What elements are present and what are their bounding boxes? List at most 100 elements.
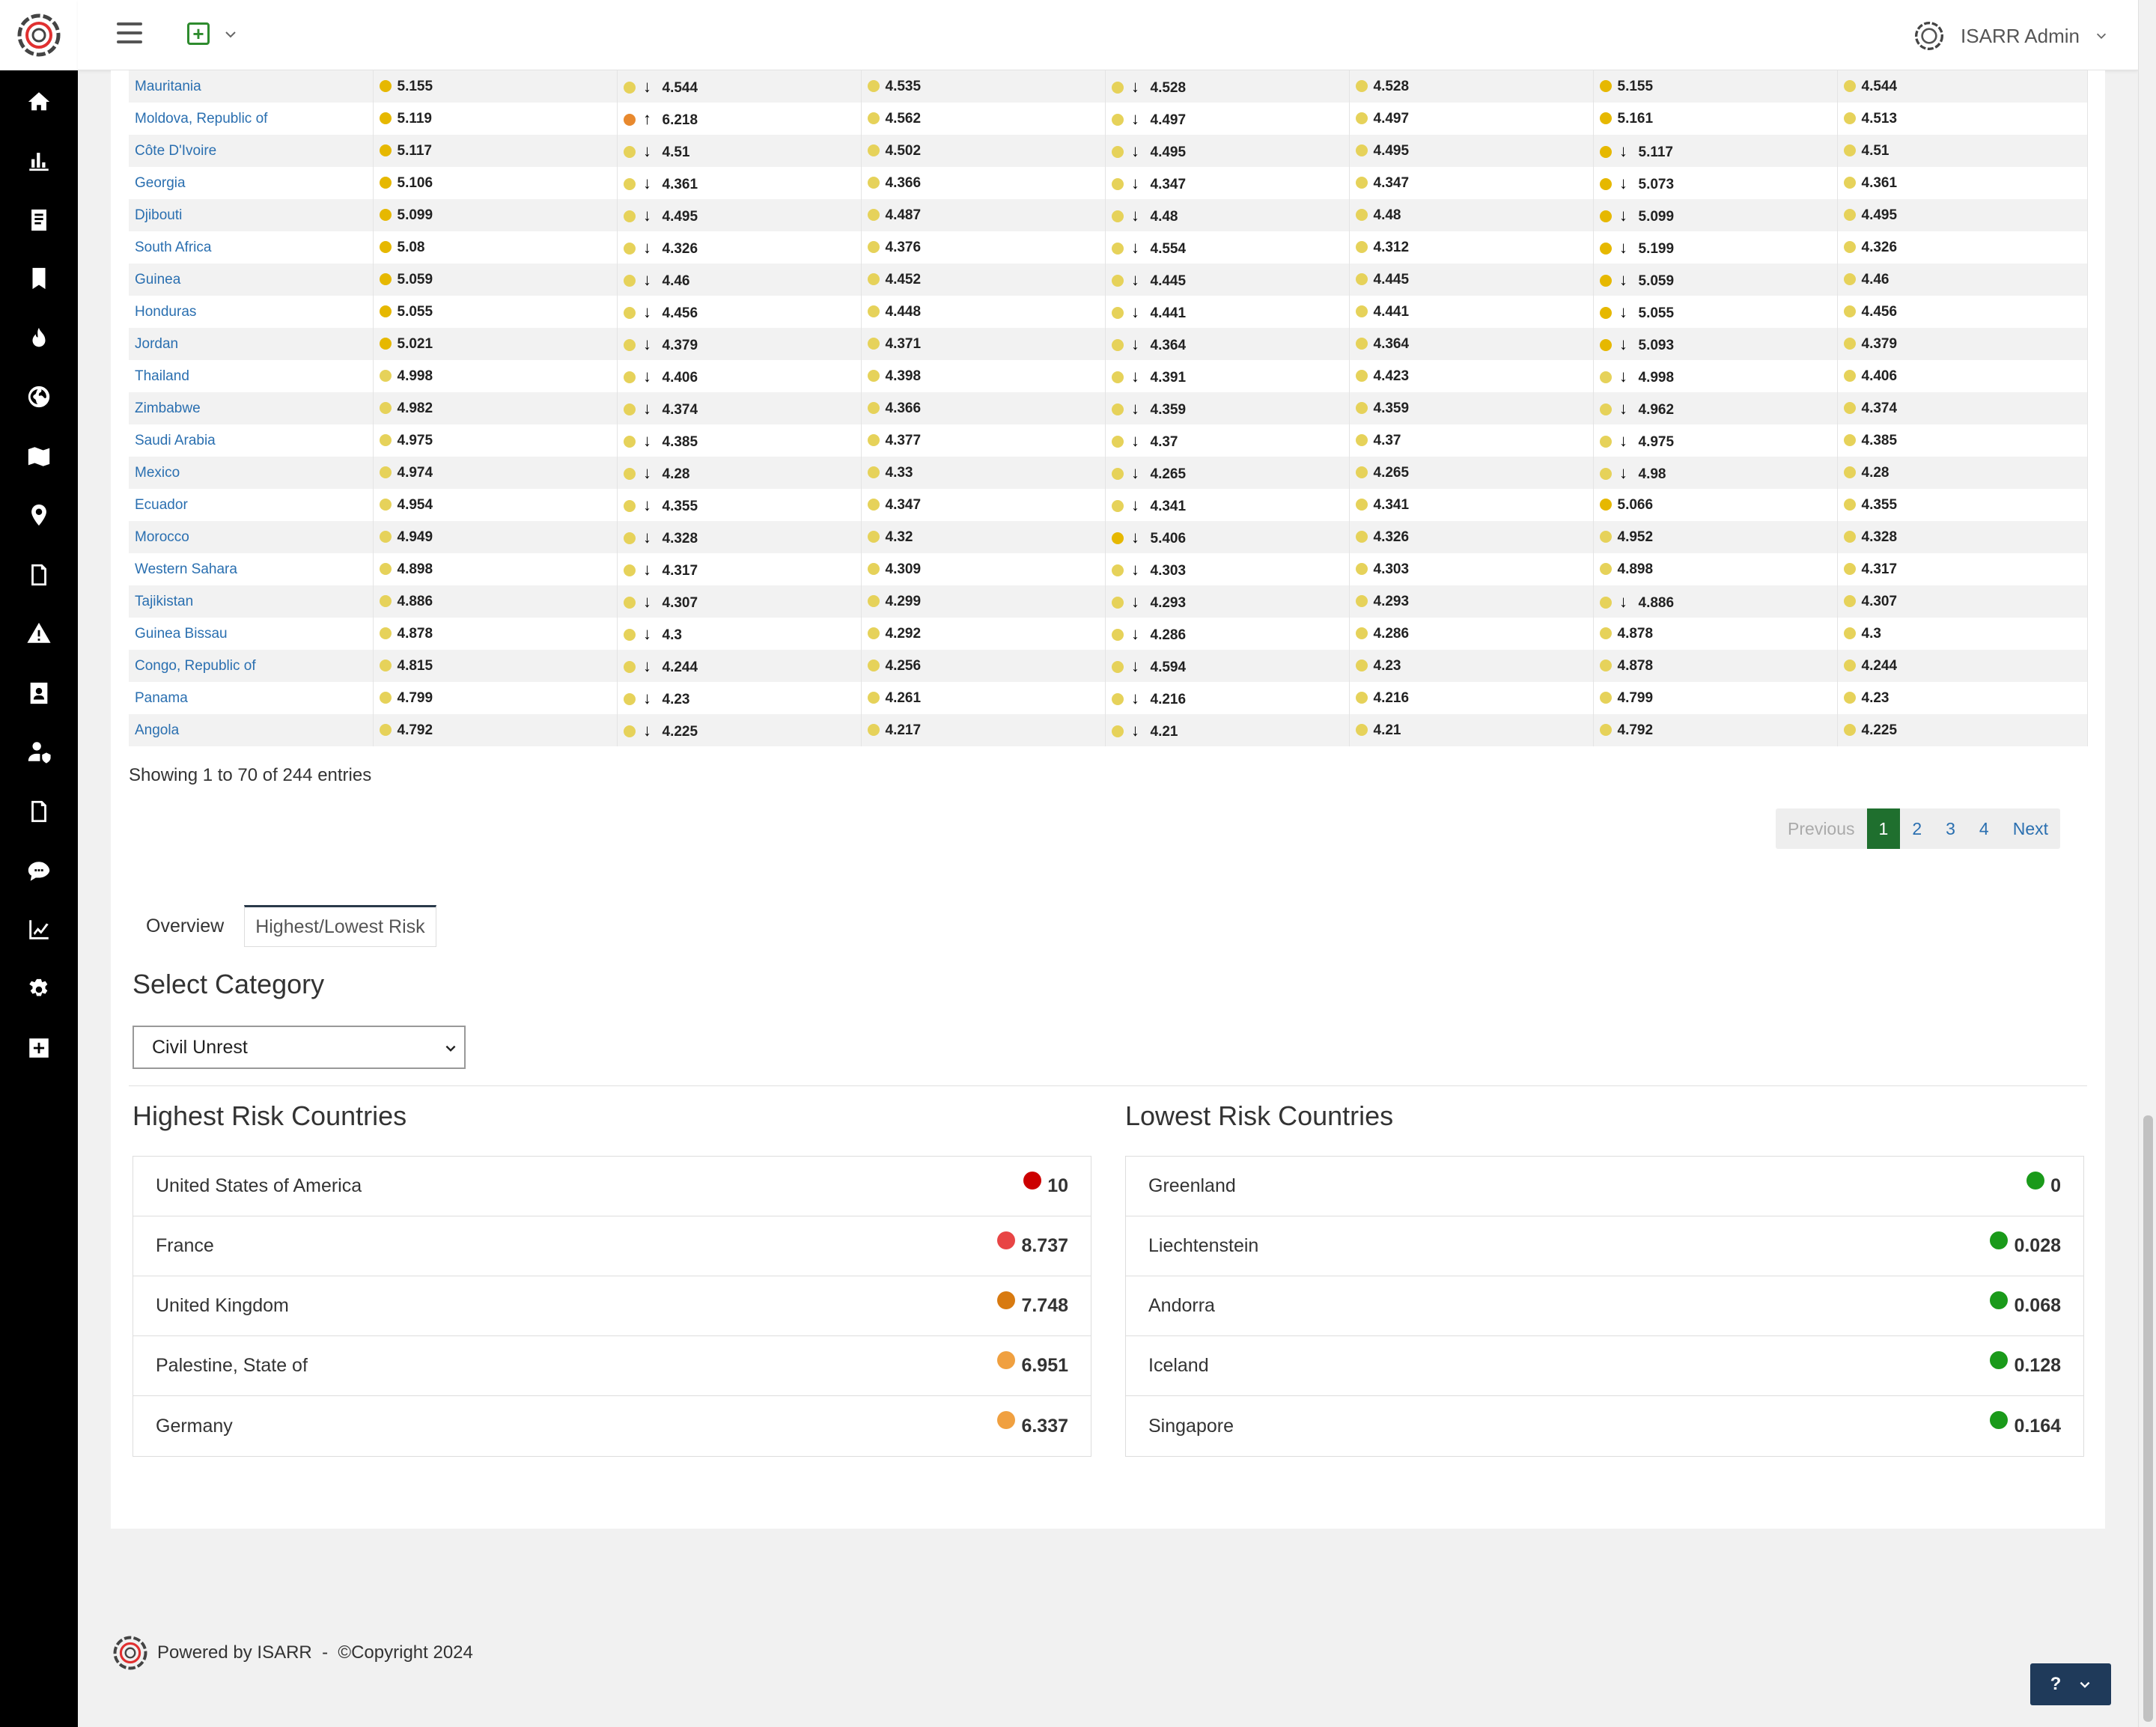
country-link[interactable]: Angola (135, 722, 179, 738)
map-icon[interactable] (25, 443, 52, 470)
country-link[interactable]: Ecuador (135, 497, 188, 513)
risk-score-value: 4.347 (1373, 174, 1410, 191)
line-chart-icon[interactable] (25, 916, 52, 943)
risk-level-dot-icon (867, 240, 880, 253)
country-link[interactable]: Honduras (135, 304, 196, 320)
risk-level-dot-icon (1990, 1350, 2009, 1369)
risk-value-text: 0.128 (2014, 1355, 2061, 1376)
country-cell: Guinea Bissau (129, 618, 374, 650)
file-icon[interactable] (25, 561, 52, 588)
add-new-button[interactable]: + (187, 22, 210, 45)
warning-icon[interactable] (25, 620, 52, 647)
risk-score-cell: 4.886 (373, 585, 618, 618)
risk-level-dot-icon (1599, 467, 1612, 480)
country-link[interactable]: Western Sahara (135, 561, 237, 577)
risk-score-value: 4.998 (1638, 369, 1675, 386)
plus-square-icon[interactable] (25, 1035, 52, 1062)
document-icon[interactable] (25, 207, 52, 234)
risk-score-value: 4.326 (662, 240, 698, 257)
list-item: France 8.737 (133, 1216, 1091, 1276)
country-link[interactable]: Morocco (135, 529, 189, 545)
globe-icon[interactable] (25, 383, 52, 410)
location-pin-icon[interactable] (25, 502, 52, 529)
chat-icon[interactable] (25, 858, 52, 885)
risk-level-dot-icon (379, 401, 392, 414)
country-link[interactable]: Mauritania (135, 79, 201, 94)
risk-score-cell: ↓ 4.51 (617, 135, 862, 167)
user-menu[interactable]: ISARR Admin (1913, 15, 2108, 57)
country-link[interactable]: Tajikistan (135, 594, 193, 609)
risk-score-value: 5.066 (1617, 496, 1654, 513)
country-link[interactable]: Panama (135, 690, 188, 706)
page-scrollbar[interactable] (2138, 0, 2156, 1727)
risk-score-cell: 4.46 (1837, 264, 2088, 296)
country-link[interactable]: Guinea (135, 272, 180, 287)
contact-book-icon[interactable] (25, 680, 52, 707)
scrollbar-thumb[interactable] (2143, 1115, 2153, 1722)
risk-score-value: 4.307 (1861, 593, 1898, 609)
country-name: Palestine, State of (156, 1355, 308, 1376)
help-button[interactable]: ? (2030, 1663, 2111, 1705)
risk-level-dot-icon (997, 1411, 1016, 1429)
country-link[interactable]: Moldova, Republic of (135, 111, 267, 127)
category-select[interactable]: Civil Unrest (133, 1026, 466, 1069)
country-name: Greenland (1148, 1175, 1236, 1196)
country-link[interactable]: Georgia (135, 175, 186, 191)
risk-score-cell: 4.216 (1349, 682, 1594, 714)
isarr-logo[interactable] (0, 0, 78, 70)
page-4-button[interactable]: 4 (1967, 808, 2001, 849)
risk-level-dot-icon (1023, 1171, 1042, 1190)
hamburger-menu-icon[interactable] (117, 22, 142, 45)
risk-score-value: 4.974 (397, 464, 433, 481)
risk-score-value: 4.292 (885, 625, 922, 642)
risk-score-value: 4.441 (1150, 305, 1187, 321)
country-link[interactable]: Guinea Bissau (135, 626, 228, 642)
risk-level-dot-icon (1843, 691, 1856, 704)
risk-score-cell: 4.974 (373, 457, 618, 489)
risk-score-cell: ↓ 4.962 (1593, 392, 1838, 424)
risk-score-value: 4.949 (397, 529, 433, 545)
next-page-button[interactable]: Next (2001, 808, 2060, 849)
risk-score-cell: 4.347 (1349, 167, 1594, 199)
country-link[interactable]: Jordan (135, 336, 178, 352)
file-edit-icon[interactable] (25, 798, 52, 825)
risk-score-cell: ↓ 4.293 (1105, 585, 1350, 618)
country-link[interactable]: South Africa (135, 240, 211, 255)
risk-score-value: 4.299 (885, 593, 922, 609)
country-link[interactable]: Djibouti (135, 207, 182, 223)
country-link[interactable]: Mexico (135, 465, 180, 481)
tab-overview[interactable]: Overview (135, 905, 235, 947)
risk-score-cell: 4.217 (861, 714, 1106, 746)
gear-icon[interactable] (25, 976, 52, 1003)
risk-score-cell: 5.117 (373, 135, 618, 167)
country-link[interactable]: Zimbabwe (135, 400, 201, 416)
bar-chart-icon[interactable] (25, 147, 52, 174)
risk-level-dot-icon (623, 145, 636, 158)
risk-score-cell: 5.099 (373, 199, 618, 231)
page-3-button[interactable]: 3 (1934, 808, 1967, 849)
user-shield-icon[interactable] (25, 738, 52, 765)
chevron-down-icon[interactable] (223, 27, 238, 42)
table-row: Honduras 5.055 ↓ 4.456 4.448 ↓ 4.441 4.441 ↓ 5.05… (129, 296, 2088, 328)
risk-level-dot-icon (379, 723, 392, 736)
risk-score-value: 5.099 (1638, 208, 1675, 225)
risk-level-dot-icon (623, 660, 636, 673)
risk-level-dot-icon (1111, 596, 1124, 609)
country-link[interactable]: Saudi Arabia (135, 433, 216, 448)
country-cell: Western Sahara (129, 553, 374, 585)
country-link[interactable]: Côte D'Ivoire (135, 143, 216, 159)
plus-icon: + (192, 22, 204, 45)
fire-icon[interactable] (25, 325, 52, 352)
bookmark-icon[interactable] (25, 265, 52, 292)
footer-text: Powered by ISARR - ©Copyright 2024 (157, 1642, 473, 1663)
previous-page-button[interactable]: Previous (1776, 808, 1866, 849)
page-2-button[interactable]: 2 (1900, 808, 1934, 849)
risk-score-cell: 4.487 (861, 199, 1106, 231)
country-link[interactable]: Congo, Republic of (135, 658, 256, 674)
risk-level-dot-icon (867, 498, 880, 511)
page-1-button[interactable]: 1 (1866, 808, 1901, 849)
tab-highest-lowest-risk[interactable]: Highest/Lowest Risk (244, 905, 436, 947)
home-icon[interactable] (25, 88, 52, 115)
country-link[interactable]: Thailand (135, 368, 189, 384)
arrow-down-icon: ↓ (1619, 463, 1627, 482)
